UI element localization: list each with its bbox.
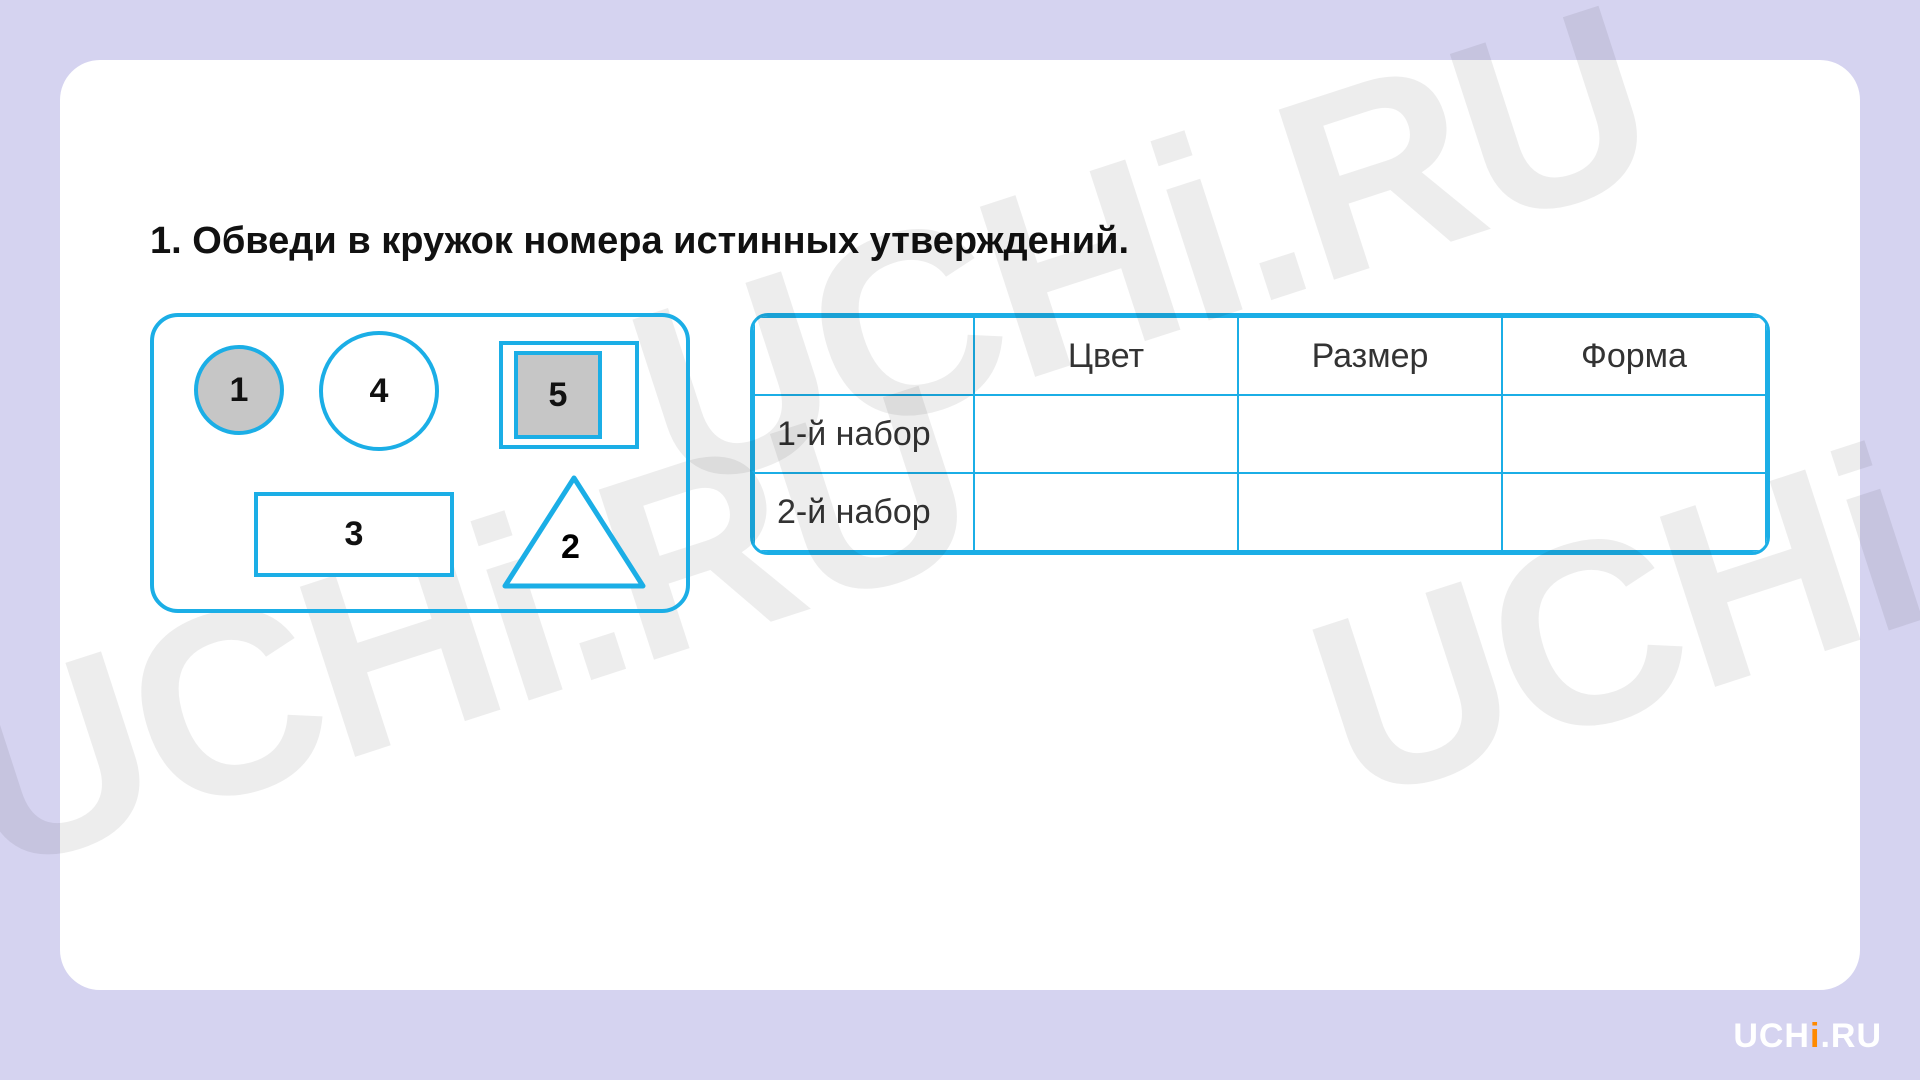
table-row-label: 2-й набор: [754, 473, 974, 551]
shape-label: 2: [561, 528, 580, 567]
table-corner: [754, 317, 974, 395]
table-row: 1-й набор: [754, 395, 1766, 473]
shape-square-5: 5: [514, 351, 602, 439]
table-header-row: Цвет Размер Форма: [754, 317, 1766, 395]
question-text: Обведи в кружок номера истинных утвержде…: [192, 220, 1129, 262]
brand-pre: UCH: [1733, 1017, 1810, 1055]
table-cell[interactable]: [1238, 395, 1502, 473]
shape-label: 3: [345, 515, 364, 554]
shape-label: 4: [370, 372, 389, 411]
properties-table: Цвет Размер Форма 1-й набор 2-й набор: [750, 313, 1770, 555]
shape-label: 1: [230, 371, 249, 410]
table-cell[interactable]: [1502, 473, 1766, 551]
brand-post: .RU: [1820, 1017, 1882, 1055]
question-heading: 1. Обведи в кружок номера истинных утвер…: [150, 220, 1770, 263]
table-row-label: 1-й набор: [754, 395, 974, 473]
table-header: Цвет: [974, 317, 1238, 395]
table-header: Размер: [1238, 317, 1502, 395]
shape-label: 5: [549, 376, 568, 415]
table-header: Форма: [1502, 317, 1766, 395]
table-cell[interactable]: [1502, 395, 1766, 473]
card: UCHi.RU UCHi.RU UCHi.RU 1. Обведи в круж…: [60, 60, 1860, 990]
table-cell[interactable]: [974, 395, 1238, 473]
shapes-panel: 1 4 5 3 2: [150, 313, 690, 613]
content-row: 1 4 5 3 2: [150, 313, 1770, 613]
shape-rectangle-3: 3: [254, 492, 454, 577]
table-cell[interactable]: [1238, 473, 1502, 551]
brand-logo: UCHi.RU: [1733, 1017, 1882, 1056]
shape-triangle-2: 2: [499, 472, 649, 592]
shape-circle-4: 4: [319, 331, 439, 451]
shape-circle-1: 1: [194, 345, 284, 435]
table-row: 2-й набор: [754, 473, 1766, 551]
brand-i: i: [1810, 1017, 1820, 1055]
table-cell[interactable]: [974, 473, 1238, 551]
question-number: 1.: [150, 220, 182, 262]
